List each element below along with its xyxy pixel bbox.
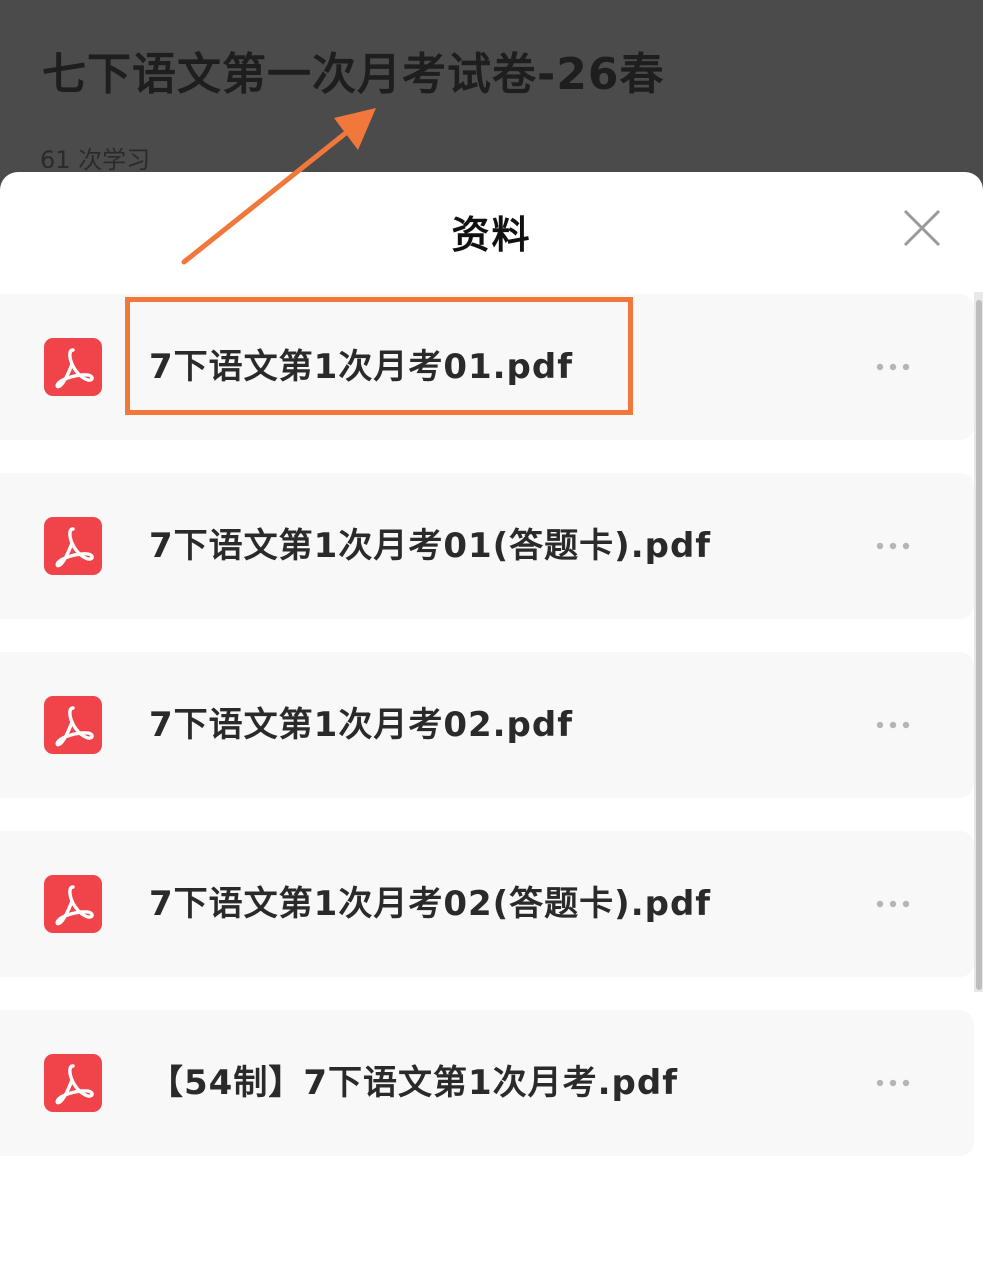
annotation-arrow-icon <box>181 108 376 265</box>
file-item[interactable]: 【54制】7下语文第1次月考.pdf <box>0 1010 974 1156</box>
pdf-icon <box>44 517 102 575</box>
pdf-icon <box>44 696 102 754</box>
pdf-icon <box>44 1054 102 1112</box>
more-icon <box>876 363 910 371</box>
more-icon <box>876 721 910 729</box>
more-icon <box>876 542 910 550</box>
highlight-box <box>125 297 633 415</box>
more-button[interactable] <box>868 710 918 740</box>
scrollbar-thumb[interactable] <box>976 300 982 990</box>
more-icon <box>876 900 910 908</box>
file-name: 7下语文第1次月考01(答题卡).pdf <box>149 526 712 566</box>
more-button[interactable] <box>868 531 918 561</box>
file-item[interactable]: 7下语文第1次月考02.pdf <box>0 652 974 798</box>
more-button[interactable] <box>868 1068 918 1098</box>
file-name: 7下语文第1次月考02(答题卡).pdf <box>149 884 712 924</box>
file-item[interactable]: 7下语文第1次月考01(答题卡).pdf <box>0 473 974 619</box>
pdf-icon <box>44 338 102 396</box>
more-button[interactable] <box>868 352 918 382</box>
more-button[interactable] <box>868 889 918 919</box>
file-name: 【54制】7下语文第1次月考.pdf <box>149 1063 679 1103</box>
pdf-icon <box>44 875 102 933</box>
file-item[interactable]: 7下语文第1次月考02(答题卡).pdf <box>0 831 974 977</box>
more-icon <box>876 1079 910 1087</box>
file-name: 7下语文第1次月考02.pdf <box>149 705 574 745</box>
